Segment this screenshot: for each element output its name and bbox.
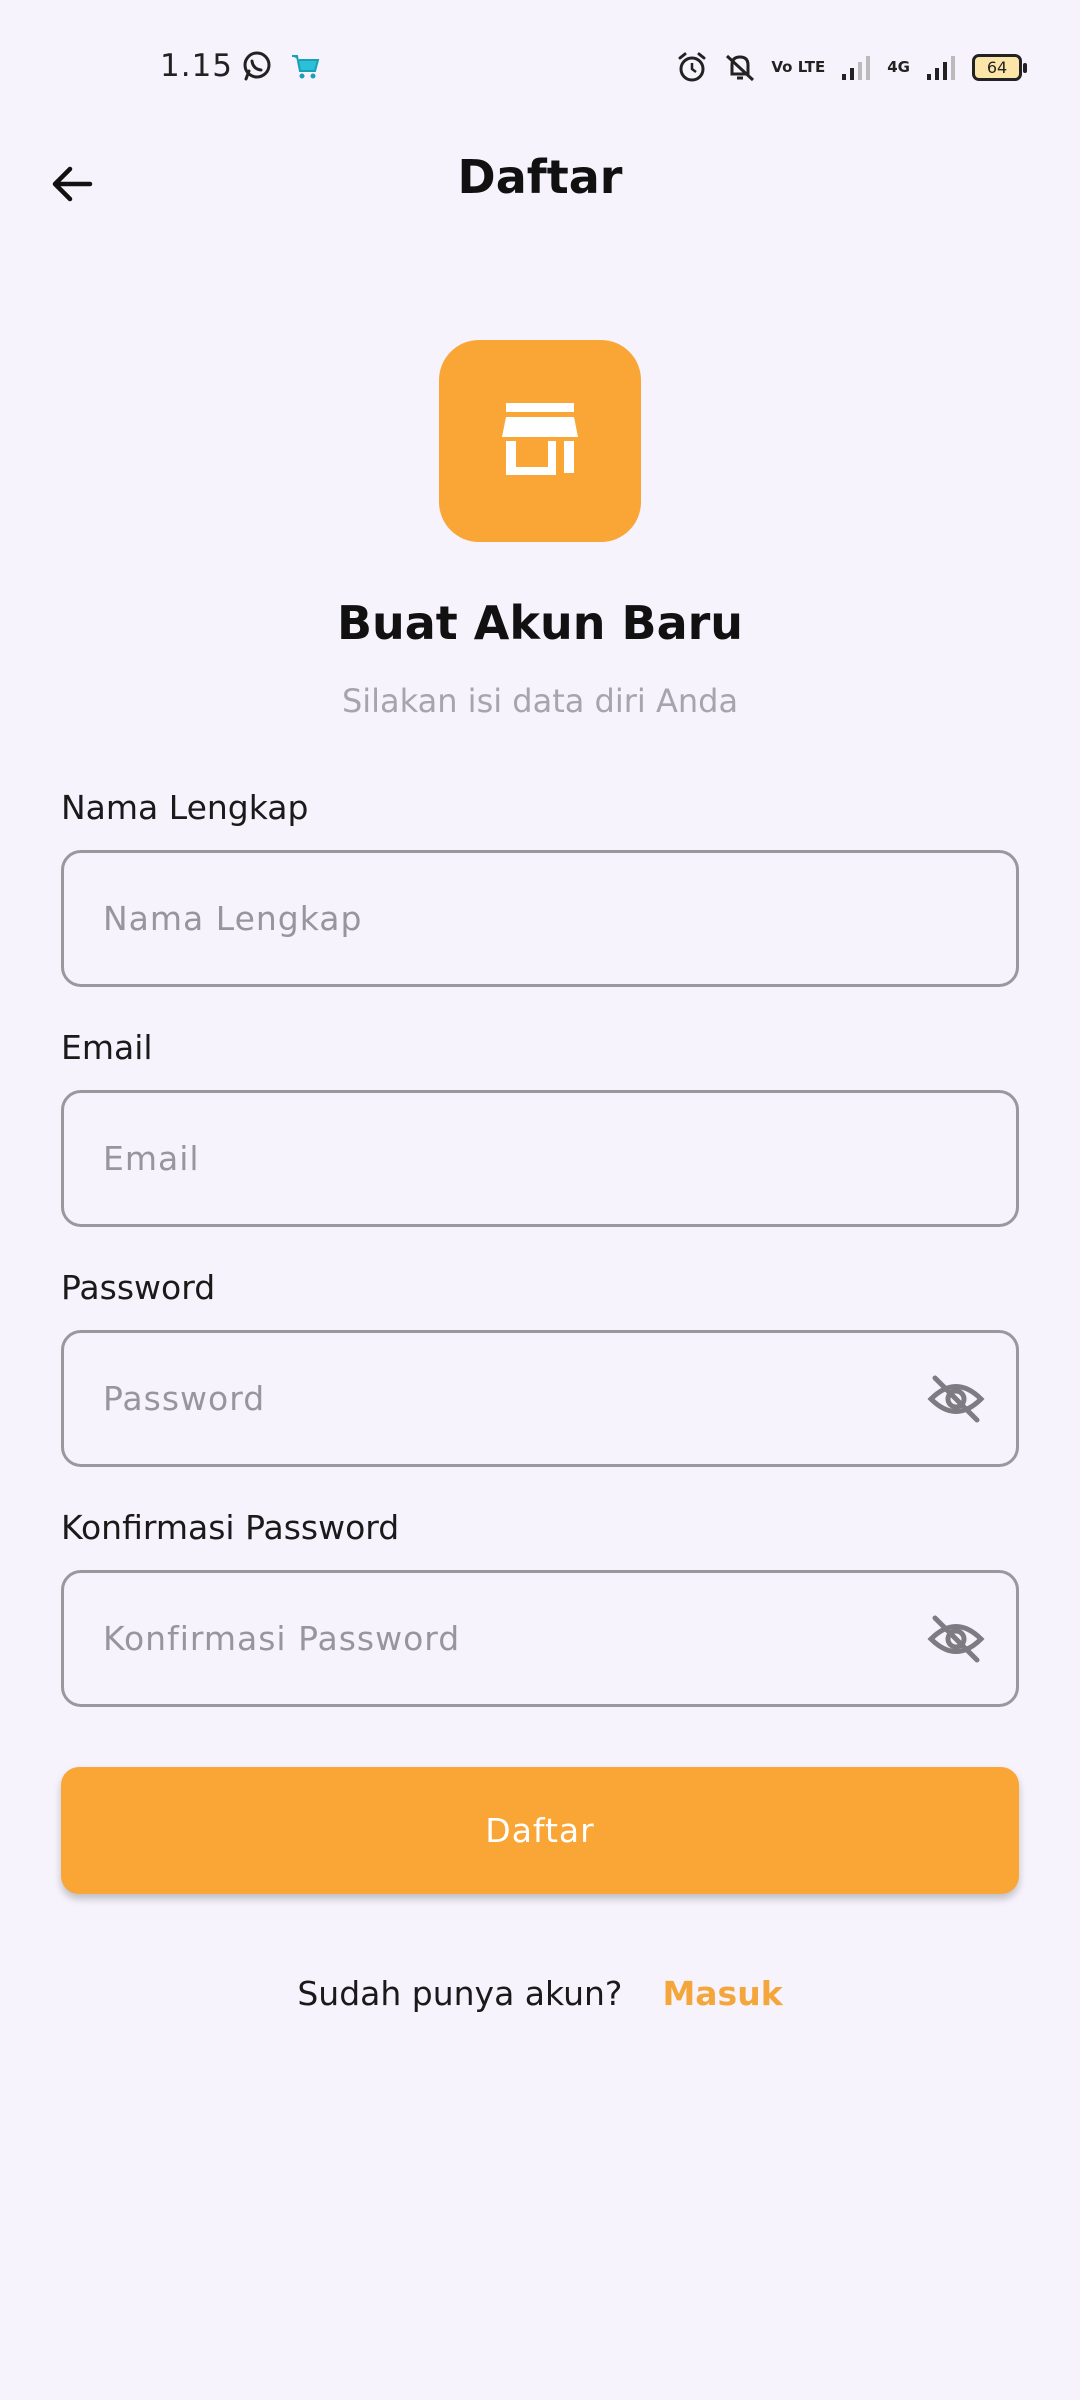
confirm-password-visibility-toggle[interactable]	[924, 1607, 988, 1671]
page-title: Daftar	[457, 150, 623, 204]
eye-off-icon	[927, 1615, 985, 1662]
status-time: 1.15	[160, 48, 234, 84]
app-logo	[439, 340, 641, 542]
volte-icon: Vo LTE	[771, 58, 826, 76]
eye-off-icon	[927, 1375, 985, 1422]
login-row: Sudah punya akun? Masuk	[0, 1974, 1080, 2013]
password-visibility-toggle[interactable]	[924, 1367, 988, 1431]
confirm-password-input[interactable]	[64, 1573, 924, 1704]
4g-signal-icon	[924, 50, 958, 84]
email-input[interactable]	[64, 1093, 1016, 1224]
password-input[interactable]	[64, 1333, 924, 1464]
status-right-icons: Vo LTE 4G 64	[675, 50, 1027, 84]
status-left-icons	[240, 49, 322, 83]
confirm-password-label: Konfirmasi Password	[61, 1508, 400, 1547]
login-link[interactable]: Masuk	[662, 1974, 782, 2013]
email-label: Email	[61, 1028, 153, 1067]
store-icon	[502, 403, 578, 475]
shopping-cart-app-icon	[288, 49, 322, 83]
full-name-input[interactable]	[64, 853, 1016, 984]
network-type: 4G	[887, 58, 910, 76]
whatsapp-icon	[240, 49, 274, 83]
status-bar: 1.15 Vo LTE 4G 64	[0, 0, 1080, 136]
register-button[interactable]: Daftar	[61, 1767, 1019, 1894]
battery-icon: 64	[972, 53, 1027, 81]
password-field[interactable]	[61, 1330, 1019, 1467]
full-name-label: Nama Lengkap	[61, 788, 309, 827]
full-name-field[interactable]	[61, 850, 1019, 987]
email-field[interactable]	[61, 1090, 1019, 1227]
form-heading: Buat Akun Baru	[336, 596, 744, 650]
confirm-password-field[interactable]	[61, 1570, 1019, 1707]
alarm-icon	[675, 50, 709, 84]
form-subheading: Silakan isi data diri Anda	[341, 682, 739, 720]
app-bar: Daftar	[0, 136, 1080, 226]
signal-icon	[839, 50, 873, 84]
login-prompt: Sudah punya akun?	[297, 1974, 623, 2013]
password-label: Password	[61, 1268, 216, 1307]
mute-icon	[723, 50, 757, 84]
